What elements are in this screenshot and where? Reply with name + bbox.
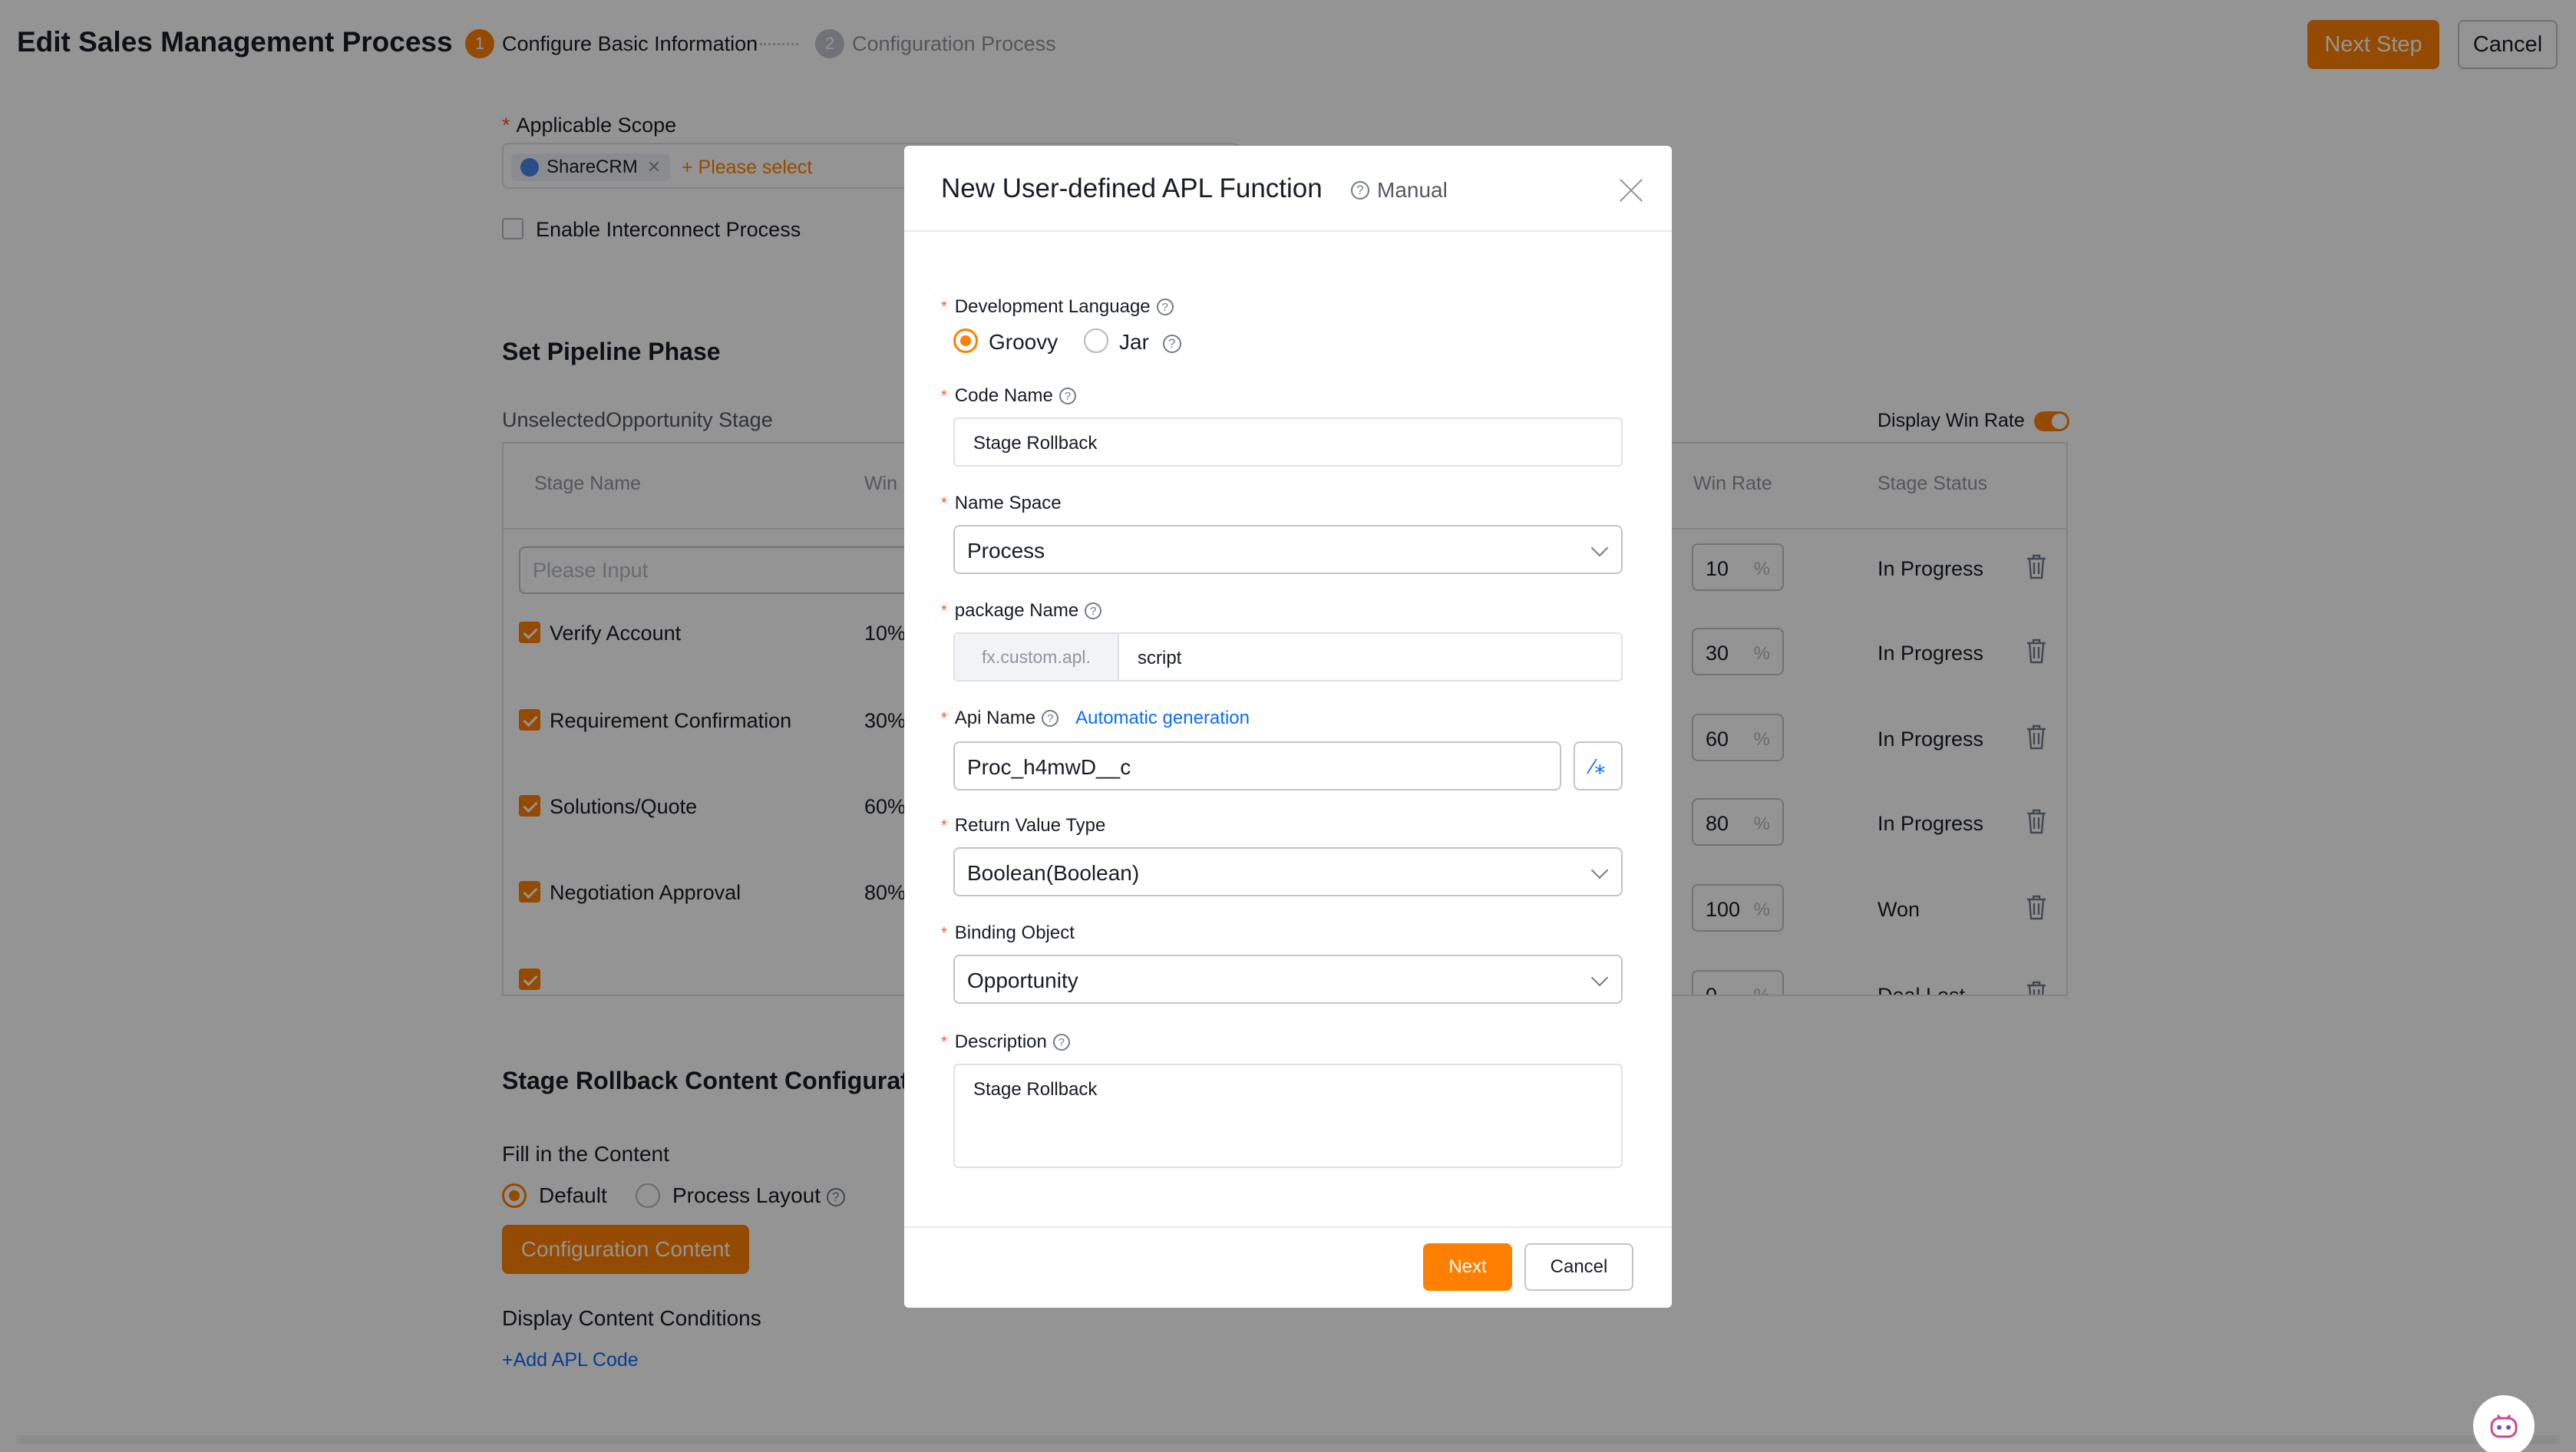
binding-object-label: * Binding Object — [941, 922, 1075, 943]
dev-language-label: * Development Language ? — [941, 296, 1174, 318]
dialog-header: New User-defined APL Function ? Manual — [904, 146, 1672, 232]
api-name-input[interactable]: Proc_h4mwD__c — [953, 741, 1561, 790]
package-prefix: fx.custom.apl. — [955, 634, 1119, 680]
next-button[interactable]: Next — [1423, 1243, 1512, 1291]
assistant-bot-icon[interactable] — [2473, 1395, 2535, 1452]
description-label: * Description ? — [941, 1031, 1070, 1053]
help-icon[interactable]: ? — [1156, 299, 1174, 315]
binding-object-select[interactable]: Opportunity — [953, 955, 1623, 1004]
api-name-label: * Api Name ? Automatic generation — [941, 708, 1250, 729]
return-type-label: * Return Value Type — [941, 815, 1106, 836]
radio-jar[interactable] — [1084, 328, 1108, 353]
dialog-title: New User-defined APL Function — [941, 173, 1323, 203]
help-icon[interactable]: ? — [1042, 710, 1059, 727]
automatic-generation-link[interactable]: Automatic generation — [1075, 708, 1250, 729]
namespace-label: * Name Space — [941, 493, 1062, 513]
help-icon[interactable]: ? — [1052, 1034, 1070, 1051]
return-type-select[interactable]: Boolean(Boolean) — [953, 847, 1623, 896]
robot-icon — [2490, 1414, 2518, 1438]
help-icon[interactable]: ? — [1058, 388, 1076, 404]
close-icon[interactable] — [1617, 175, 1646, 204]
description-textarea[interactable]: Stage Rollback — [953, 1064, 1623, 1168]
namespace-select[interactable]: Process — [953, 525, 1623, 574]
radio-groovy-label: Groovy — [989, 330, 1058, 354]
apl-function-dialog: New User-defined APL Function ? Manual *… — [904, 146, 1672, 1308]
help-icon: ? — [1351, 181, 1369, 200]
package-name-input[interactable]: fx.custom.apl. script — [953, 632, 1623, 681]
help-icon[interactable]: ? — [1162, 334, 1181, 353]
manual-label: Manual — [1377, 178, 1448, 202]
manual-link[interactable]: ? Manual — [1351, 178, 1448, 203]
dialog-cancel-button[interactable]: Cancel — [1524, 1243, 1633, 1291]
help-icon[interactable]: ? — [1085, 602, 1102, 619]
page: Edit Sales Management Process 1 Configur… — [0, 0, 2576, 1452]
code-name-input[interactable]: Stage Rollback — [953, 417, 1623, 467]
radio-groovy[interactable] — [953, 328, 978, 353]
chevron-down-icon — [1590, 969, 1609, 987]
magic-wand-icon[interactable]: ⁄⁎ — [1574, 741, 1623, 790]
chevron-down-icon — [1590, 539, 1609, 557]
chevron-down-icon — [1590, 861, 1609, 879]
code-name-label: * Code Name ? — [941, 385, 1076, 407]
radio-jar-label: Jar ? — [1119, 330, 1181, 355]
package-name-label: * package Name ? — [941, 600, 1102, 622]
